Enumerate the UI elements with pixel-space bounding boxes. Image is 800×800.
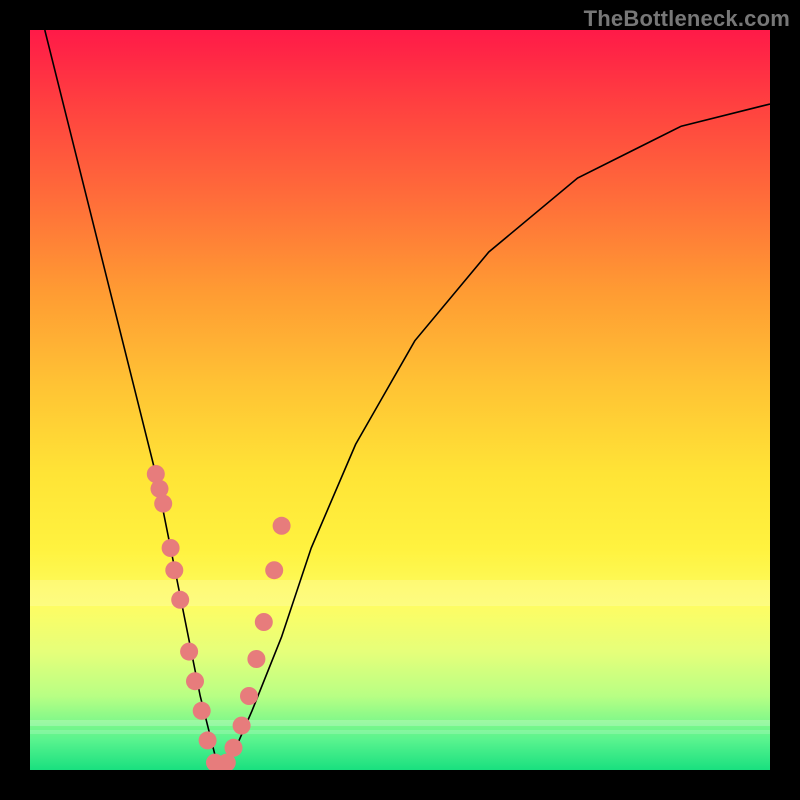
- sample-dot: [265, 561, 283, 579]
- sample-dot: [240, 687, 258, 705]
- sample-dot: [193, 702, 211, 720]
- sample-dot: [180, 643, 198, 661]
- sample-dot: [273, 517, 291, 535]
- sample-dot: [186, 672, 204, 690]
- sample-dot: [247, 650, 265, 668]
- curve-svg: [30, 30, 770, 770]
- sample-dot: [225, 739, 243, 757]
- sample-dot: [233, 717, 251, 735]
- sample-dot: [165, 561, 183, 579]
- chart-frame: TheBottleneck.com: [0, 0, 800, 800]
- plot-area: [30, 30, 770, 770]
- sample-dot: [255, 613, 273, 631]
- watermark-text: TheBottleneck.com: [584, 6, 790, 32]
- sample-dot: [171, 591, 189, 609]
- sample-dot: [154, 495, 172, 513]
- bottleneck-curve: [45, 30, 770, 770]
- sample-dots-group: [147, 465, 291, 770]
- sample-dot: [199, 731, 217, 749]
- sample-dot: [162, 539, 180, 557]
